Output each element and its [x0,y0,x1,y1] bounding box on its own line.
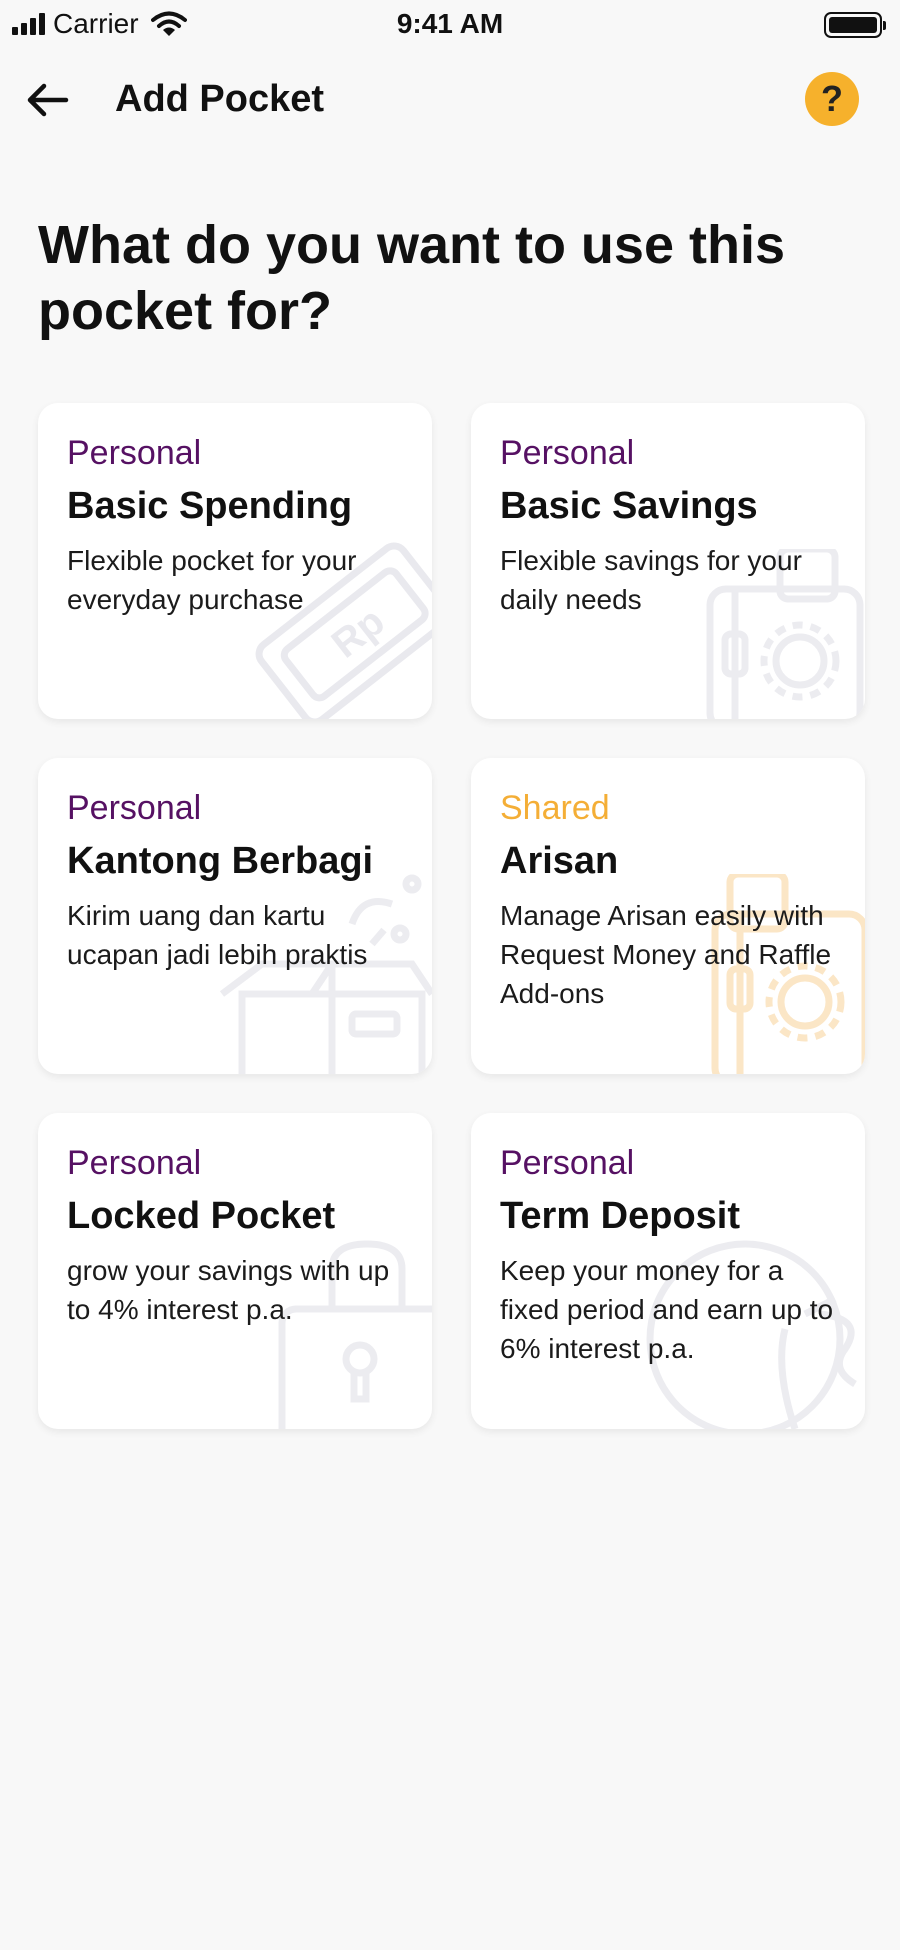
card-description: Flexible pocket for your everyday purcha… [67,545,357,615]
card-description: Manage Arisan easily with Request Money … [500,900,832,1009]
card-tag: Personal [67,1144,202,1182]
card-title: Basic Savings [500,485,758,527]
status-bar: Carrier 9:41 AM [0,0,900,50]
card-tag: Personal [67,789,202,827]
card-title: Arisan [500,840,619,882]
card-tag: Shared [500,789,610,827]
card-title: Kantong Berbagi [67,840,374,882]
card-title: Basic Spending [67,485,353,527]
page-headline: What do you want to use this pocket for? [38,215,785,341]
card-title: Term Deposit [500,1195,741,1237]
pocket-card-kantong-berbagi[interactable]: Personal Kantong Berbagi Kirim uang dan … [38,758,432,1074]
status-time: 9:41 AM [396,8,504,39]
page-title: Add Pocket [115,78,325,120]
card-tag: Personal [500,434,635,472]
back-arrow-icon[interactable] [26,78,70,122]
card-tag: Personal [67,434,202,472]
card-description: Flexible savings for your daily needs [500,545,802,615]
pocket-card-basic-spending[interactable]: Personal Basic Spending Flexible pocket … [38,403,432,719]
help-button[interactable]: ? [805,72,859,126]
pocket-card-term-deposit[interactable]: Personal Term Deposit Keep your money fo… [471,1113,865,1429]
card-description: Kirim uang dan kartu ucapan jadi lebih p… [67,900,368,970]
pocket-card-arisan[interactable]: Shared Arisan Manage Arisan easily with … [471,758,865,1074]
battery-icon [824,12,886,38]
card-title: Locked Pocket [67,1195,336,1237]
card-description: grow your savings with up to 4% interest… [67,1255,390,1325]
pocket-card-basic-savings[interactable]: Personal Basic Savings Flexible savings … [471,403,865,719]
nav-bar: Add Pocket ? [0,62,900,138]
pocket-type-grid: Personal Basic Spending Flexible pocket … [38,403,865,1429]
card-tag: Personal [500,1144,635,1182]
card-description: Keep your money for a fixed period and e… [500,1255,834,1364]
pocket-card-locked-pocket[interactable]: Personal Locked Pocket grow your savings… [38,1113,432,1429]
